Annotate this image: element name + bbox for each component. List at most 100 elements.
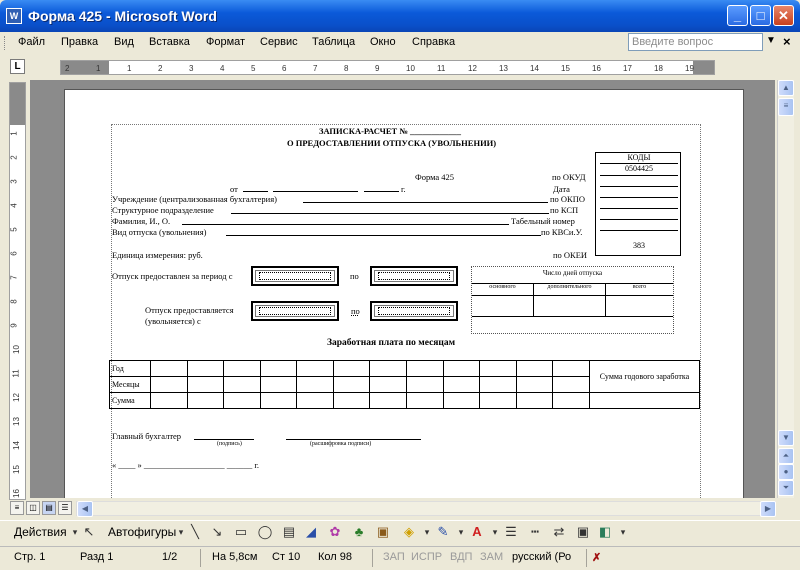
line-style-icon[interactable]: ☰ (502, 523, 520, 541)
dash-style-icon[interactable]: ┅ (526, 523, 544, 541)
menu-tools[interactable]: Сервис (260, 36, 298, 48)
okpo-label: по ОКПО (550, 194, 586, 204)
autoshapes-menu[interactable]: Автофигуры (108, 525, 176, 539)
font-color-icon[interactable]: A (468, 523, 486, 541)
ruler-tick: 15 (561, 64, 570, 73)
kvsu-code-cell[interactable] (600, 220, 678, 231)
chevron-down-icon[interactable]: ▾ (614, 523, 632, 541)
horizontal-ruler[interactable]: 2 1 1 2 3 4 5 6 7 8 9 10 11 12 13 14 15 16 17 18 19 (60, 60, 715, 75)
select-pointer-icon[interactable]: ↖ (80, 523, 98, 541)
annual-salary-cell[interactable] (589, 392, 700, 409)
leave-days-main-cell[interactable] (472, 296, 534, 317)
close-button[interactable]: ✕ (773, 5, 794, 26)
status-extend[interactable]: ВДП (450, 551, 472, 563)
scroll-left-button[interactable]: ◀ (77, 501, 93, 517)
ksp-code-cell[interactable] (600, 198, 678, 209)
rectangle-tool-icon[interactable]: ▭ (232, 523, 250, 541)
status-column: Кол 98 (318, 551, 352, 563)
oval-tool-icon[interactable]: ◯ (256, 523, 274, 541)
outline-view-icon[interactable]: ☰ (58, 501, 72, 515)
clipart-icon[interactable]: ♣ (350, 523, 368, 541)
leave-to-field[interactable] (370, 301, 458, 321)
institution-label: Учреждение (централизованная бухгалтерия… (112, 194, 277, 204)
fullname-label: Фамилия, И., О. (112, 216, 171, 226)
okud-code-value[interactable]: 0504425 (600, 164, 678, 176)
spelling-status-icon[interactable]: ✗ (592, 551, 601, 564)
ruler-tick: 18 (654, 64, 663, 73)
maximize-button[interactable]: □ (750, 5, 771, 26)
document-close-icon[interactable]: × (783, 34, 791, 49)
ruler-tick: 12 (11, 393, 21, 402)
tab-number-cell[interactable] (600, 209, 678, 220)
previous-page-button[interactable]: ⏶ (778, 448, 794, 464)
menu-help[interactable]: Справка (412, 36, 455, 48)
next-page-button[interactable]: ⏷ (778, 480, 794, 496)
scroll-down-button[interactable]: ▼ (778, 430, 794, 446)
menu-view[interactable]: Вид (114, 36, 134, 48)
year-suffix: г. (401, 184, 406, 194)
status-position: На 5,8см (212, 551, 258, 563)
word-app-icon[interactable]: W (6, 8, 22, 24)
menu-window[interactable]: Окно (370, 36, 396, 48)
leave-days-extra-cell[interactable] (534, 296, 606, 317)
arrow-style-icon[interactable]: ⇄ (550, 523, 568, 541)
leave-from-field[interactable] (251, 301, 339, 321)
ruler-tick: 2 (65, 64, 70, 73)
horizontal-scrollbar[interactable]: ◀ ▶ (76, 501, 776, 517)
wordart-icon[interactable]: ◢ (302, 523, 320, 541)
scroll-up-button[interactable]: ▲ (778, 80, 794, 96)
vertical-scrollbar[interactable]: ▲ ≡ ▼ ⏶ ● ⏷ (777, 80, 794, 498)
form-title: ЗАПИСКА-РАСЧЕТ № ____________ (319, 126, 462, 136)
browse-object-button[interactable]: ● (778, 464, 794, 480)
menu-table[interactable]: Таблица (312, 36, 355, 48)
vertical-ruler[interactable]: 1 2 3 4 5 6 7 8 9 10 11 12 13 14 15 16 (9, 82, 26, 500)
question-input[interactable]: Введите вопрос (628, 33, 763, 51)
normal-view-icon[interactable]: ≡ (10, 501, 24, 515)
picture-icon[interactable]: ▣ (374, 523, 392, 541)
ruler-tick: 7 (313, 64, 318, 73)
minimize-button[interactable]: _ (727, 5, 748, 26)
menu-format[interactable]: Формат (206, 36, 245, 48)
ruler-tick: 1 (96, 64, 101, 73)
shadow-style-icon[interactable]: ▣ (574, 523, 592, 541)
status-track[interactable]: ИСПР (411, 551, 442, 563)
line-color-icon[interactable]: ✎ (434, 523, 452, 541)
scroll-right-button[interactable]: ▶ (760, 501, 776, 517)
scroll-thumb[interactable]: ≡ (778, 98, 794, 116)
date-code-cell[interactable] (600, 176, 678, 187)
menu-insert[interactable]: Вставка (149, 36, 190, 48)
menu-edit[interactable]: Правка (61, 36, 98, 48)
line-tool-icon[interactable]: ╲ (186, 523, 204, 541)
question-dropdown-icon[interactable]: ▼ (766, 35, 776, 46)
ruler-tick: 4 (220, 64, 225, 73)
ruler-tick: 8 (344, 64, 349, 73)
ruler-tick: 19 (685, 64, 694, 73)
arrow-tool-icon[interactable]: ↘ (208, 523, 226, 541)
okpo-code-cell[interactable] (600, 187, 678, 198)
draw-actions-menu[interactable]: Действия (14, 525, 67, 539)
textbox-tool-icon[interactable]: ▤ (280, 523, 298, 541)
print-layout-icon[interactable]: ▤ (42, 501, 56, 515)
period-from-field[interactable] (251, 266, 339, 286)
document-area[interactable]: ЗАПИСКА-РАСЧЕТ № ____________ О ПРЕДОСТА… (30, 80, 775, 498)
leave-days-main-header: основного (472, 284, 534, 296)
menu-file[interactable]: Файл (18, 36, 45, 48)
signature-decode-caption: (расшифровка подписи) (310, 441, 372, 447)
status-rec[interactable]: ЗАП (383, 551, 405, 563)
diagram-icon[interactable]: ✿ (326, 523, 344, 541)
toolbar-grip[interactable] (4, 36, 7, 50)
leave-days-total-header: всего (606, 284, 673, 296)
okud-label: по ОКУД (552, 172, 586, 182)
ruler-tick: 3 (189, 64, 194, 73)
period-to-field[interactable] (370, 266, 458, 286)
fill-color-icon[interactable]: ◈ (400, 523, 418, 541)
okei-code-value[interactable]: 383 (600, 231, 678, 252)
web-view-icon[interactable]: ◫ (26, 501, 40, 515)
tab-selector[interactable]: L (10, 59, 25, 74)
date-label: Дата (553, 184, 570, 194)
status-overtype[interactable]: ЗАМ (480, 551, 503, 563)
leave-days-total-cell[interactable] (606, 296, 673, 317)
3d-style-icon[interactable]: ◧ (596, 523, 614, 541)
document-page[interactable]: ЗАПИСКА-РАСЧЕТ № ____________ О ПРЕДОСТА… (64, 89, 744, 498)
salary-title: Заработная плата по месяцам (327, 338, 456, 348)
